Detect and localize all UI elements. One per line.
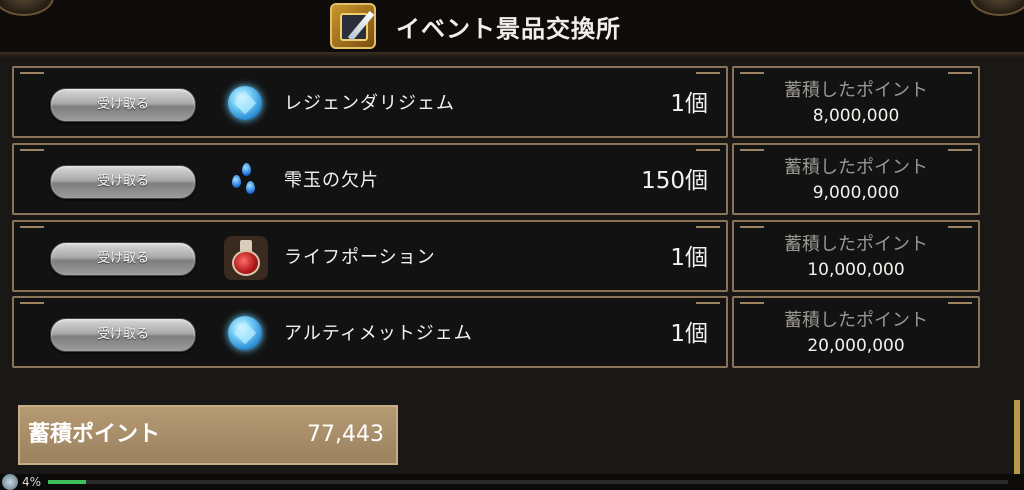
footer-bar: 4% — [0, 474, 1024, 490]
blue-gem-icon — [224, 82, 268, 126]
item-name: アルティメットジェム — [284, 323, 473, 344]
reward-item-panel: 受け取る レジェンダリジェム 1個 — [12, 66, 728, 138]
corner-ornament-left — [0, 0, 54, 16]
item-quantity: 150個 — [641, 168, 708, 194]
claim-button[interactable]: 受け取る — [50, 318, 196, 352]
required-points-panel: 蓄積したポイント 8,000,000 — [732, 66, 980, 138]
points-label: 蓄積したポイント — [784, 310, 928, 331]
progress-bar-fill — [48, 480, 87, 484]
points-label: 蓄積したポイント — [784, 157, 928, 178]
claim-button[interactable]: 受け取る — [50, 242, 196, 276]
event-shop-icon — [330, 3, 376, 49]
page-header: イベント景品交換所 — [330, 2, 621, 50]
points-value: 9,000,000 — [812, 183, 900, 203]
reward-row: 受け取る アルティメットジェム 1個 蓄積したポイント 20,000,000 — [12, 296, 980, 370]
blue-gem-icon — [224, 312, 268, 356]
item-quantity: 1個 — [670, 321, 708, 347]
points-value: 20,000,000 — [807, 336, 905, 356]
claim-button[interactable]: 受け取る — [50, 88, 196, 122]
reward-item-panel: 受け取る ライフポーション 1個 — [12, 220, 728, 292]
reward-row: 受け取る 雫玉の欠片 150個 蓄積したポイント 9,000,000 — [12, 143, 980, 217]
points-label: 蓄積したポイント — [784, 80, 928, 101]
required-points-panel: 蓄積したポイント 20,000,000 — [732, 296, 980, 368]
reward-item-panel: 受け取る アルティメットジェム 1個 — [12, 296, 728, 368]
item-name: ライフポーション — [284, 247, 436, 268]
claim-button[interactable]: 受け取る — [50, 165, 196, 199]
reward-item-panel: 受け取る 雫玉の欠片 150個 — [12, 143, 728, 215]
points-label: 蓄積したポイント — [784, 234, 928, 255]
corner-ornament-right — [970, 0, 1024, 16]
item-quantity: 1個 — [670, 245, 708, 271]
reward-row: 受け取る ライフポーション 1個 蓄積したポイント 10,000,000 — [12, 220, 980, 294]
top-bar: イベント景品交換所 — [0, 0, 1024, 52]
points-value: 10,000,000 — [807, 260, 905, 280]
required-points-panel: 蓄積したポイント 10,000,000 — [732, 220, 980, 292]
item-quantity: 1個 — [670, 91, 708, 117]
total-points-box: 蓄積ポイント 77,443 — [18, 405, 398, 465]
item-name: レジェンダリジェム — [284, 93, 455, 114]
page-title: イベント景品交換所 — [396, 14, 621, 43]
scrollbar[interactable] — [1014, 400, 1020, 480]
reward-row: 受け取る レジェンダリジェム 1個 蓄積したポイント 8,000,000 — [12, 66, 980, 140]
points-value: 8,000,000 — [812, 106, 900, 126]
panel-frame — [0, 52, 1024, 58]
potion-icon — [224, 236, 268, 280]
water-drops-icon — [224, 159, 268, 203]
progress-percent: 4% — [22, 475, 42, 489]
required-points-panel: 蓄積したポイント 9,000,000 — [732, 143, 980, 215]
item-name: 雫玉の欠片 — [284, 170, 379, 191]
progress-bar — [48, 480, 1008, 484]
total-points-value: 77,443 — [307, 422, 384, 447]
loading-orb-icon — [2, 474, 18, 490]
total-points-label: 蓄積ポイント — [28, 422, 161, 447]
